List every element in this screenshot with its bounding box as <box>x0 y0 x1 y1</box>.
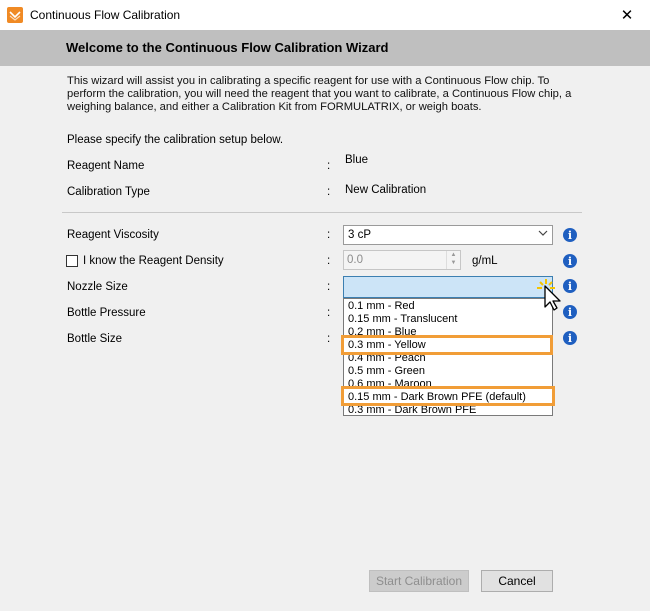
nozzle-select[interactable] <box>343 276 553 298</box>
reagent-name-label: Reagent Name <box>67 160 145 172</box>
title-bar: Continuous Flow Calibration ✕ <box>0 0 650 30</box>
info-icon[interactable]: i <box>563 279 577 293</box>
viscosity-value: 3 cP <box>348 229 372 241</box>
intro-line: This wizard will assist you in calibrati… <box>67 75 550 87</box>
colon: : <box>327 186 331 198</box>
intro-line: weighing balance, and either a Calibrati… <box>67 101 482 113</box>
wizard-title: Welcome to the Continuous Flow Calibrati… <box>66 40 389 55</box>
envelope-chevron-icon <box>7 7 23 23</box>
window-title: Continuous Flow Calibration <box>30 8 181 22</box>
setup-prompt: Please specify the calibration setup bel… <box>67 134 284 146</box>
highlight-box <box>341 335 553 355</box>
density-value: 0.0 <box>347 254 363 266</box>
density-input[interactable]: 0.0 ▲ ▼ <box>343 250 461 270</box>
cancel-button[interactable]: Cancel <box>481 570 553 592</box>
close-icon: ✕ <box>620 7 634 24</box>
spinner-arrows-icon[interactable]: ▲ ▼ <box>446 251 460 269</box>
bottle-size-label: Bottle Size <box>67 333 122 345</box>
colon: : <box>327 281 331 293</box>
colon: : <box>327 333 331 345</box>
intro-text: This wizard will assist you in calibrati… <box>67 75 587 114</box>
info-icon[interactable]: i <box>563 305 577 319</box>
colon: : <box>327 160 331 172</box>
colon: : <box>327 255 331 267</box>
highlight-box <box>341 386 555 406</box>
density-unit: g/mL <box>472 255 498 267</box>
nozzle-option[interactable]: 0.1 mm - Red <box>348 300 415 313</box>
nozzle-option[interactable]: 0.5 mm - Green <box>348 365 425 378</box>
colon: : <box>327 229 331 241</box>
info-icon[interactable]: i <box>563 331 577 345</box>
divider <box>62 212 582 213</box>
start-calibration-button[interactable]: Start Calibration <box>369 570 469 592</box>
nozzle-option[interactable]: 0.15 mm - Translucent <box>348 313 457 326</box>
bottle-pressure-label: Bottle Pressure <box>67 307 146 319</box>
reagent-name-value: Blue <box>345 154 369 166</box>
chevron-down-icon <box>537 228 549 242</box>
mouse-pointer-icon <box>537 279 561 311</box>
intro-line: perform the calibration, you will need t… <box>67 88 572 100</box>
nozzle-label: Nozzle Size <box>67 281 128 293</box>
viscosity-label: Reagent Viscosity <box>67 229 159 241</box>
close-button[interactable]: ✕ <box>604 0 650 30</box>
info-icon[interactable]: i <box>563 228 577 242</box>
density-checkbox[interactable] <box>66 255 78 267</box>
viscosity-select[interactable]: 3 cP <box>343 225 553 245</box>
calibration-type-label: Calibration Type <box>67 186 150 198</box>
info-icon[interactable]: i <box>563 254 577 268</box>
density-label: I know the Reagent Density <box>83 255 224 267</box>
colon: : <box>327 307 331 319</box>
calibration-type-value: New Calibration <box>345 184 427 196</box>
